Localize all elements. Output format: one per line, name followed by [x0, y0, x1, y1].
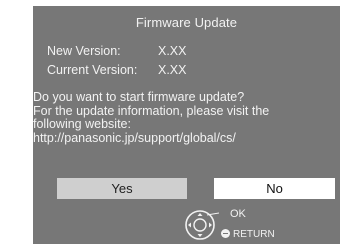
return-icon — [221, 229, 230, 238]
new-version-label: New Version: — [47, 44, 121, 58]
message-line: following website: — [33, 117, 131, 131]
return-hint-label: RETURN — [233, 229, 275, 240]
message-line: Do you want to start firmware update? — [33, 90, 245, 104]
firmware-update-dialog: Firmware Update New Version: X.XX Current… — [33, 6, 340, 244]
yes-button[interactable]: Yes — [57, 178, 187, 199]
new-version-value: X.XX — [158, 44, 187, 58]
ok-hint-label: OK — [230, 208, 246, 220]
message-line: For the update information, please visit… — [33, 103, 270, 118]
return-hint: RETURN — [221, 228, 275, 240]
control-hints: OK RETURN — [183, 206, 293, 246]
current-version-row: Current Version: X.XX — [47, 63, 187, 77]
new-version-row: New Version: X.XX — [47, 44, 187, 58]
dialog-title: Firmware Update — [135, 15, 238, 30]
current-version-value: X.XX — [158, 63, 187, 77]
support-url: http://panasonic.jp/support/global/cs/ — [33, 130, 236, 145]
current-version-label: Current Version: — [47, 63, 138, 77]
update-message: Do you want to start firmware update? Fo… — [33, 90, 333, 145]
no-button[interactable]: No — [214, 178, 335, 199]
dpad-ok-icon — [185, 210, 219, 240]
